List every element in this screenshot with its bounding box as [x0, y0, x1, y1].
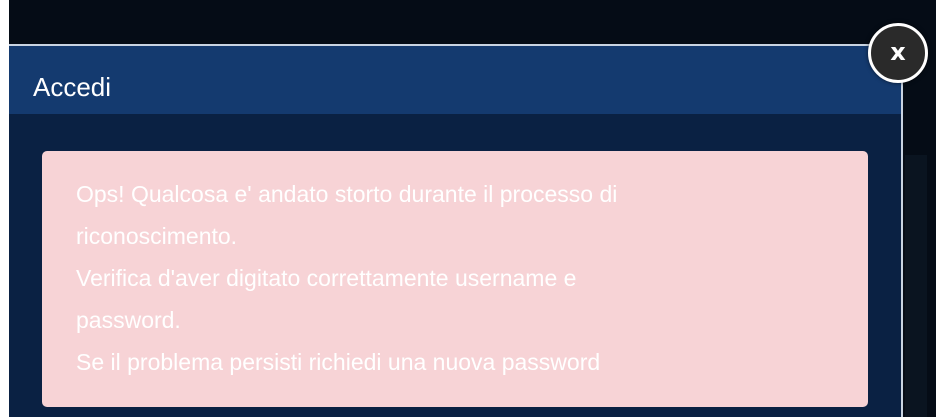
alert-line: Se il problema persisti richiedi una nuo… [76, 349, 601, 375]
alert-line: riconoscimento. [76, 223, 238, 249]
alert-line: password. [76, 307, 181, 333]
modal-header: Accedi [9, 46, 901, 114]
modal-body: Ops! Qualcosa e' andato storto durante i… [9, 114, 901, 417]
modal-title: Accedi [33, 72, 112, 102]
backdrop-strip [905, 155, 927, 417]
login-modal: Accedi Ops! Qualcosa e' andato storto du… [9, 44, 903, 417]
alert-line: Verifica d'aver digitato correttamente u… [76, 265, 577, 291]
close-icon: x [890, 38, 906, 66]
error-alert: Ops! Qualcosa e' andato storto durante i… [42, 151, 868, 407]
alert-line: Ops! Qualcosa e' andato storto durante i… [76, 181, 618, 207]
close-button[interactable]: x [868, 23, 928, 83]
